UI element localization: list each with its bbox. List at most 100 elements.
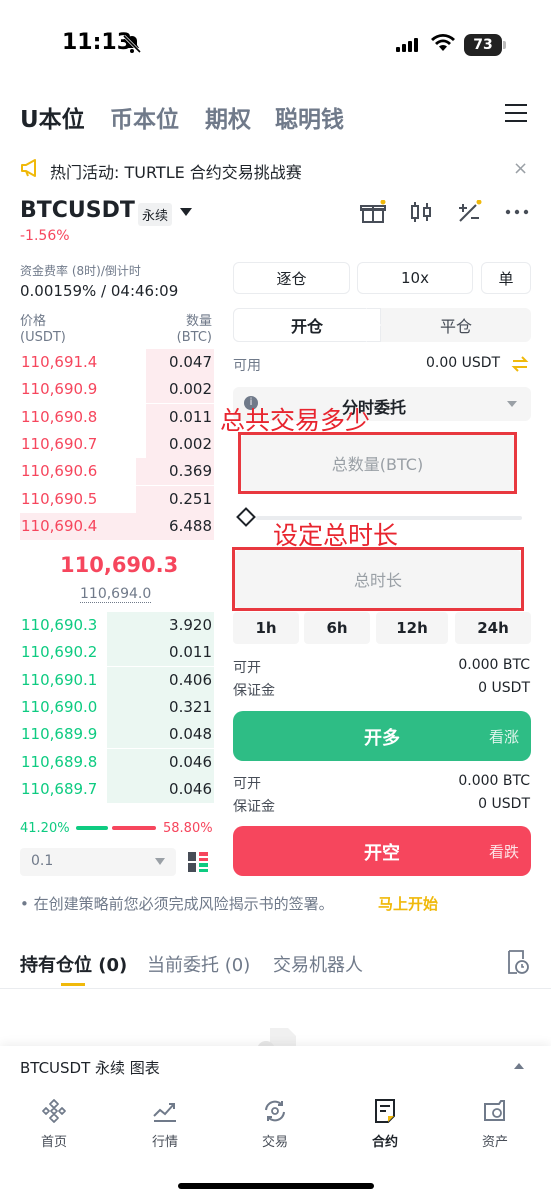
- ask-price[interactable]: 110,691.4: [21, 353, 97, 371]
- bid-price[interactable]: 110,690.1: [21, 671, 97, 689]
- chevron-down-icon[interactable]: [180, 208, 192, 216]
- ask-price[interactable]: 110,690.5: [21, 490, 97, 508]
- transfer-icon[interactable]: [511, 356, 529, 372]
- tab-positions[interactable]: 持有仓位 (0): [20, 951, 127, 977]
- annotation-text: 总共交易多少: [220, 406, 371, 435]
- bid-price[interactable]: 110,690.2: [21, 643, 97, 661]
- duration-6h-button[interactable]: 6h: [304, 612, 370, 644]
- ask-qty[interactable]: 0.002: [169, 435, 212, 453]
- nav-assets-label: 资产: [481, 1135, 508, 1150]
- tab-open[interactable]: 开仓: [233, 308, 381, 342]
- mark-price[interactable]: 110,694.0: [80, 586, 152, 603]
- signal-icon: [396, 38, 418, 52]
- battery-tip: [503, 41, 506, 49]
- bid-price[interactable]: 110,689.8: [21, 753, 97, 771]
- open-long-label: 开多: [364, 728, 400, 749]
- tab-open-orders[interactable]: 当前委托 (0): [147, 951, 250, 977]
- ask-price[interactable]: 110,690.6: [21, 462, 97, 480]
- buy-ratio: 41.20%: [20, 821, 70, 836]
- bid-qty[interactable]: 0.011: [169, 643, 212, 661]
- nav-trade[interactable]: 交易: [235, 1098, 315, 1150]
- leverage-button[interactable]: 10x: [357, 262, 473, 294]
- candlestick-icon[interactable]: [408, 200, 434, 224]
- price-unit: (USDT): [20, 330, 66, 345]
- ask-price[interactable]: 110,690.9: [21, 380, 97, 398]
- bid-price[interactable]: 110,690.3: [21, 616, 97, 634]
- calculator-icon[interactable]: [456, 200, 482, 224]
- duration-1h-button[interactable]: 1h: [233, 612, 299, 644]
- price-change: -1.56%: [20, 228, 70, 244]
- tab-u-margined[interactable]: U本位: [20, 100, 85, 134]
- annotation-text: 设定总时长: [273, 521, 399, 550]
- chart-line-icon: [153, 1103, 176, 1122]
- long-openable-label: 可开: [233, 660, 261, 676]
- tab-smart-money[interactable]: 聪明钱: [275, 100, 344, 134]
- nav-markets[interactable]: 行情: [125, 1098, 205, 1150]
- ask-qty[interactable]: 0.002: [169, 380, 212, 398]
- tab-trading-bots[interactable]: 交易机器人: [273, 951, 363, 977]
- qty-unit: (BTC): [176, 330, 212, 345]
- chevron-up-icon[interactable]: [514, 1063, 524, 1069]
- tab-coin-margined[interactable]: 币本位: [110, 100, 179, 134]
- nav-assets[interactable]: 资产: [455, 1098, 535, 1150]
- bid-qty[interactable]: 0.406: [169, 671, 212, 689]
- symbol-name[interactable]: BTCUSDT: [20, 198, 135, 223]
- gift-icon[interactable]: [360, 200, 386, 224]
- buy-ratio-bar: [76, 826, 108, 830]
- bid-qty[interactable]: 0.321: [169, 698, 212, 716]
- start-now-link[interactable]: 马上开始: [378, 893, 438, 914]
- chevron-down-icon: [155, 858, 165, 865]
- last-price[interactable]: 110,690.3: [60, 553, 178, 577]
- wifi-icon: [431, 34, 455, 51]
- close-icon[interactable]: ×: [513, 158, 528, 179]
- ask-qty[interactable]: 0.369: [169, 462, 212, 480]
- tab-arrow: [366, 308, 381, 342]
- tab-options[interactable]: 期权: [205, 100, 251, 134]
- risk-notice: • 在创建策略前您必须完成风险揭示书的签署。: [20, 895, 334, 913]
- ask-price[interactable]: 110,690.7: [21, 435, 97, 453]
- bell-off-icon: [122, 34, 142, 54]
- nav-home[interactable]: 首页: [14, 1098, 94, 1150]
- bid-qty[interactable]: 0.046: [169, 780, 212, 798]
- nav-futures[interactable]: 合约: [345, 1098, 425, 1150]
- duration-24h-button[interactable]: 24h: [455, 612, 531, 644]
- bid-qty[interactable]: 0.048: [169, 725, 212, 743]
- ask-qty[interactable]: 0.011: [169, 408, 212, 426]
- sell-ratio-bar: [112, 826, 156, 830]
- ask-qty[interactable]: 0.047: [169, 353, 212, 371]
- short-openable-label: 可开: [233, 776, 261, 792]
- chevron-down-icon: [507, 401, 517, 407]
- ask-qty[interactable]: 6.488: [169, 517, 212, 535]
- short-margin-value: 0 USDT: [478, 796, 530, 812]
- annotation-box: [232, 547, 524, 611]
- long-margin-value: 0 USDT: [478, 680, 530, 696]
- bid-price[interactable]: 110,689.9: [21, 725, 97, 743]
- bullish-label: 看涨: [488, 728, 519, 746]
- precision-select[interactable]: 0.1: [20, 848, 176, 876]
- margin-mode-button[interactable]: 逐仓: [233, 262, 350, 294]
- qty-header: 数量: [185, 314, 212, 329]
- bid-price[interactable]: 110,690.0: [21, 698, 97, 716]
- more-icon[interactable]: [504, 200, 530, 224]
- position-mode-button[interactable]: 单: [481, 262, 531, 294]
- slider-handle[interactable]: [236, 507, 256, 527]
- open-short-button[interactable]: 开空 看跌: [233, 826, 531, 876]
- bid-qty[interactable]: 3.920: [169, 616, 212, 634]
- chart-toggle-label[interactable]: BTCUSDT 永续 图表: [20, 1057, 160, 1078]
- history-icon[interactable]: [505, 949, 529, 975]
- duration-12h-button[interactable]: 12h: [376, 612, 448, 644]
- battery-indicator: 73: [464, 34, 502, 56]
- bid-qty[interactable]: 0.046: [169, 753, 212, 771]
- ask-price[interactable]: 110,690.8: [21, 408, 97, 426]
- banner-text[interactable]: 热门活动: TURTLE 合约交易挑战赛: [50, 159, 302, 183]
- orderbook-layout-icon[interactable]: [187, 851, 209, 873]
- funding-rate-label: 资金费率 (8时)/倒计时: [20, 264, 141, 278]
- menu-icon[interactable]: [504, 103, 528, 123]
- tab-close[interactable]: 平仓: [381, 308, 531, 342]
- long-margin-label: 保证金: [233, 683, 275, 699]
- nav-trade-label: 交易: [261, 1135, 288, 1150]
- bid-price[interactable]: 110,689.7: [21, 780, 97, 798]
- ask-price[interactable]: 110,690.4: [21, 517, 97, 535]
- ask-qty[interactable]: 0.251: [169, 490, 212, 508]
- open-long-button[interactable]: 开多 看涨: [233, 711, 531, 761]
